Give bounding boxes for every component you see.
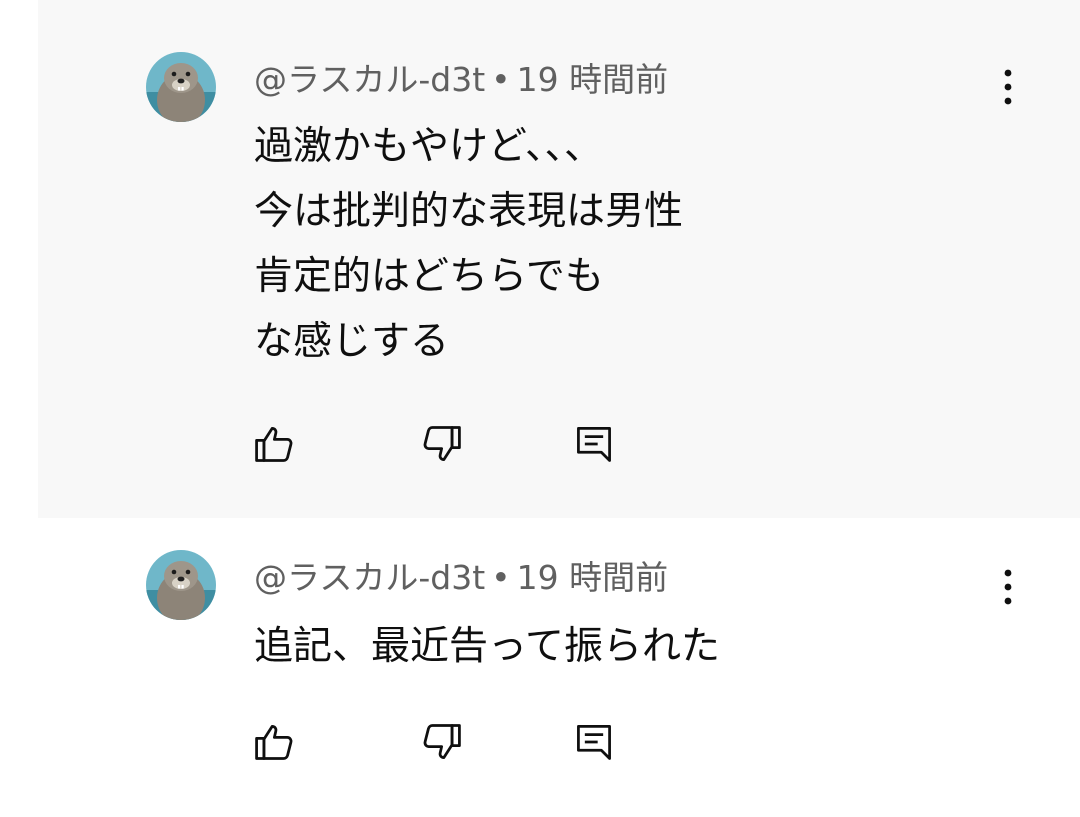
avatar[interactable] — [146, 550, 216, 620]
dislike-button[interactable] — [418, 420, 466, 468]
comment-line: 過激かもやけど、、、 — [254, 124, 604, 169]
meta-separator: • — [491, 558, 511, 597]
more-options-button[interactable] — [990, 562, 1026, 612]
comment-item: @ラスカル-d3t • 19 時間前 過激かもやけど、、、 今は批判的な表現は男性 … — [38, 0, 1080, 518]
meta-separator: • — [491, 60, 511, 99]
thumb-up-icon — [255, 427, 293, 462]
thumb-down-icon — [423, 724, 461, 759]
reply-comment-icon — [577, 725, 611, 760]
more-vert-icon — [1004, 569, 1012, 605]
comment-meta: @ラスカル-d3t • 19 時間前 — [254, 60, 668, 100]
dislike-button[interactable] — [418, 718, 466, 766]
reply-button[interactable] — [570, 420, 618, 468]
like-button[interactable] — [250, 718, 298, 766]
comment-item: @ラスカル-d3t • 19 時間前 追記、最近告って振られた — [38, 518, 1080, 817]
reply-button[interactable] — [570, 718, 618, 766]
comment-line: な感じする — [254, 319, 450, 364]
reply-comment-icon — [577, 427, 611, 462]
comment-text: 過激かもやけど、、、 今は批判的な表現は男性 肯定的はどちらでも な感じする — [254, 114, 683, 374]
timestamp[interactable]: 19 時間前 — [517, 558, 668, 597]
avatar[interactable] — [146, 52, 216, 122]
comment-line: 追記、最近告って振られた — [254, 624, 721, 669]
comment-line: 肯定的はどちらでも — [254, 254, 604, 299]
more-options-button[interactable] — [990, 62, 1026, 112]
thumb-up-icon — [255, 725, 293, 760]
author-name[interactable]: @ラスカル-d3t — [254, 558, 485, 597]
thumb-down-icon — [423, 426, 461, 461]
comment-line: 今は批判的な表現は男性 — [254, 189, 684, 234]
like-button[interactable] — [250, 420, 298, 468]
comment-meta: @ラスカル-d3t • 19 時間前 — [254, 558, 668, 598]
author-name[interactable]: @ラスカル-d3t — [254, 60, 485, 99]
timestamp[interactable]: 19 時間前 — [517, 60, 668, 99]
comment-text: 追記、最近告って振られた — [254, 614, 720, 679]
more-vert-icon — [1004, 69, 1012, 105]
